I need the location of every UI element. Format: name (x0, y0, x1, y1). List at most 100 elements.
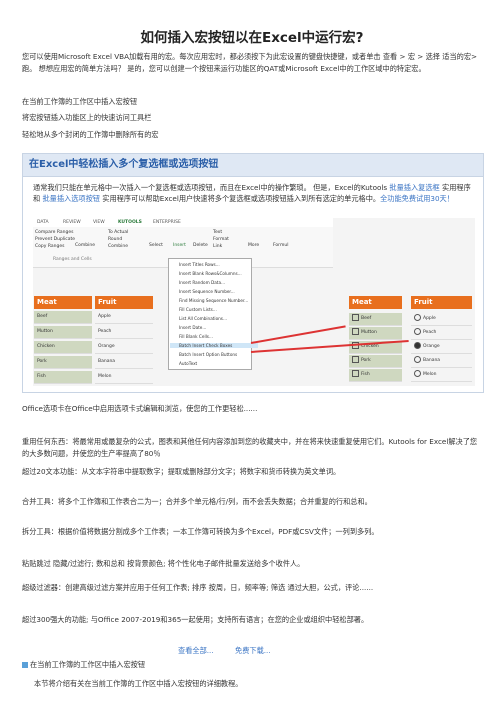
menu-item[interactable]: AutoText (179, 361, 197, 366)
feature-300-functions: 超过300强大的功能; 与Office 2007-2019和365一起使用；支持… (22, 615, 369, 624)
menu-item[interactable]: Insert Titles Rows... (179, 262, 220, 267)
checkbox-icon[interactable] (352, 328, 359, 335)
toc-link-remove-macros[interactable]: 轻松地从多个封闭的工作簿中删除所有的宏 (22, 129, 484, 141)
ribbon-tab: VIEW (93, 220, 105, 225)
radio-icon[interactable] (414, 328, 421, 335)
ribbon-item: To Actual (108, 230, 129, 235)
feature-super-filter: 超级过滤器：创建高级过滤方案并应用于任何工作表; 排序 按周，日，频率等; 筛选… (22, 583, 374, 592)
ribbon-item: Round (108, 237, 123, 242)
free-download-link[interactable]: 免费下载... (235, 646, 271, 656)
batch-checkbox-link[interactable]: 批量插入复选框 (389, 183, 439, 192)
left-fruit-cell: Apple (95, 311, 153, 324)
radio-icon[interactable] (414, 370, 421, 377)
view-all-link[interactable]: 查看全部... (178, 646, 214, 656)
right-fruit-label: Peach (423, 330, 437, 335)
left-meat-cell: Pork (34, 356, 92, 369)
section-bullet-icon (22, 662, 28, 668)
right-meat-cell: Beef (349, 313, 402, 326)
promo-text-start: 通常我们只能在单元格中一次插入一个复选框或选项按钮，而且在Excel中的操作繁琐… (33, 183, 390, 192)
menu-item[interactable]: Insert Blank Rows&Columns... (179, 271, 242, 276)
right-meat-label: Beef (361, 316, 372, 321)
right-fruit-cell: Orange (411, 341, 472, 354)
ribbon-tab: KUTOOLS (118, 220, 142, 225)
section-heading: 在当前工作簿的工作区中插入宏按钮 (22, 660, 145, 670)
right-fruit-label: Banana (423, 358, 441, 363)
ribbon-item: Copy Ranges (35, 244, 65, 249)
menu-item-batch-check-boxes[interactable]: Batch Insert Check Boxes (170, 343, 258, 348)
insert-dropdown-menu: Insert Titles Rows... Insert Blank Rows&… (168, 258, 258, 370)
right-fruit-label: Apple (423, 316, 436, 321)
promo-heading: 在Excel中轻松插入多个复选框或选项按钮 (23, 154, 483, 177)
left-meat-header: Meat (34, 296, 92, 309)
kutools-screenshot: DATA REVIEW VIEW KUTOOLS ENTERPRISE Comp… (33, 218, 475, 386)
office-tab-caption: Office选项卡在Office中启用选项卡式编辑和浏览，使您的工作更轻松...… (22, 404, 258, 413)
ribbon-tab: REVIEW (63, 220, 81, 225)
ribbon-tab: DATA (37, 220, 49, 225)
section-text: 本节将介绍有关在当前工作簿的工作区中插入宏按钮的详细教程。 (34, 679, 243, 688)
feature-text-tools: 超过20文本功能：从文本字符串中提取数字；提取或删除部分文字；将数字和货币转换为… (22, 467, 341, 476)
batch-option-link[interactable]: 批量插入选项按钮 (42, 194, 100, 203)
arrow-to-checkboxes (250, 325, 346, 344)
right-fruit-cell: Melon (411, 369, 472, 382)
right-fruit-label: Orange (423, 344, 440, 349)
menu-item[interactable]: Insert Date... (179, 325, 206, 330)
feature-merge-tools: 合并工具：将多个工作簿和工作表合二为一；合并多个单元格/行/列，而不会丢失数据；… (22, 497, 372, 506)
ribbon-item: Formul (273, 243, 289, 248)
checkbox-icon[interactable] (352, 370, 359, 377)
left-fruit-cell: Peach (95, 326, 153, 339)
ribbon-item: Format (213, 237, 229, 242)
menu-item[interactable]: Fill Custom Lists... (179, 307, 217, 312)
right-fruit-label: Melon (423, 372, 437, 377)
ribbon-item: Select (149, 243, 163, 248)
menu-item[interactable]: Batch Insert Option Buttons (179, 352, 237, 357)
ribbon-item: Combine (108, 244, 129, 249)
ribbon-item: Insert (173, 243, 186, 248)
menu-item[interactable]: Find Missing Sequence Number... (179, 298, 248, 303)
promo-text-mid2: 实用程序可以帮助Excel用户快速将多个复选框或选项按钮插入到所有选定的单元格中… (100, 194, 381, 203)
right-meat-cell: Fish (349, 369, 402, 382)
right-meat-label: Pork (361, 358, 371, 363)
page-title: 如何插入宏按钮以在Excel中运行宏? (140, 30, 364, 46)
left-fruit-cell: Orange (95, 341, 153, 354)
left-fruit-cell: Melon (95, 371, 153, 384)
ribbon-item: Combine (75, 243, 96, 248)
right-fruit-header: Fruit (411, 296, 472, 309)
intro-paragraph: 您可以使用Microsoft Excel VBA加载有用的宏。每次应用宏时，都必… (22, 52, 478, 73)
radio-icon[interactable] (414, 314, 421, 321)
left-meat-cell: Beef (34, 311, 92, 324)
right-fruit-cell: Apple (411, 313, 472, 326)
ribbon-item: Delete (193, 243, 208, 248)
left-meat-cell: Chicken (34, 341, 92, 354)
section-heading-text: 在当前工作簿的工作区中插入宏按钮 (30, 660, 146, 669)
radio-selected-icon[interactable] (414, 342, 421, 349)
ribbon-item: Compare Ranges (35, 230, 74, 235)
menu-item[interactable]: List All Combinations... (179, 316, 227, 321)
right-fruit-cell: Peach (411, 327, 472, 340)
right-meat-cell: Pork (349, 355, 402, 368)
ribbon-tabs: DATA REVIEW VIEW KUTOOLS ENTERPRISE (33, 218, 333, 227)
left-meat-cell: Fish (34, 371, 92, 384)
menu-item[interactable]: Insert Random Data... (179, 280, 225, 285)
menu-item[interactable]: Insert Sequence Number... (179, 289, 235, 294)
ribbon-item: More (248, 243, 260, 248)
checkbox-icon[interactable] (352, 314, 359, 321)
checkbox-icon[interactable] (352, 356, 359, 363)
ribbon-group-label: Ranges and Cells (53, 257, 92, 262)
free-trial-link[interactable]: 全功能免费试用30天！ (380, 194, 454, 203)
right-meat-header: Meat (349, 296, 402, 309)
feature-paste-skip: 粘贴跳过 隐藏/过滤行; 数和总和 按背景颜色; 将个性化电子邮件批量发送给多个… (22, 559, 305, 568)
radio-icon[interactable] (414, 356, 421, 363)
ribbon-item: Text (213, 230, 223, 235)
left-fruit-cell: Banana (95, 356, 153, 369)
article-page: 如何插入宏按钮以在Excel中运行宏? 您可以使用Microsoft Excel… (0, 0, 504, 713)
toc-link-qat-button[interactable]: 将宏按钮插入功能区上的快速访问工具栏 (22, 112, 484, 124)
left-fruit-header: Fruit (95, 296, 153, 309)
right-meat-label: Fish (361, 372, 370, 377)
feature-split-tools: 拆分工具：根据价值将数据分割成多个工作表；一本工作簿可转换为多个Excel，PD… (22, 527, 379, 536)
toc-link-insert-button[interactable]: 在当前工作簿的工作区中插入宏按钮 (22, 96, 484, 108)
promo-text: 通常我们只能在单元格中一次插入一个复选框或选项按钮，而且在Excel中的操作繁琐… (33, 182, 473, 204)
menu-item[interactable]: Fill Blank Cells... (179, 334, 213, 339)
ribbon-item: Link (213, 244, 223, 249)
kutools-promo-box: 在Excel中轻松插入多个复选框或选项按钮 通常我们只能在单元格中一次插入一个复… (22, 153, 484, 393)
right-meat-label: Mutton (361, 330, 377, 335)
